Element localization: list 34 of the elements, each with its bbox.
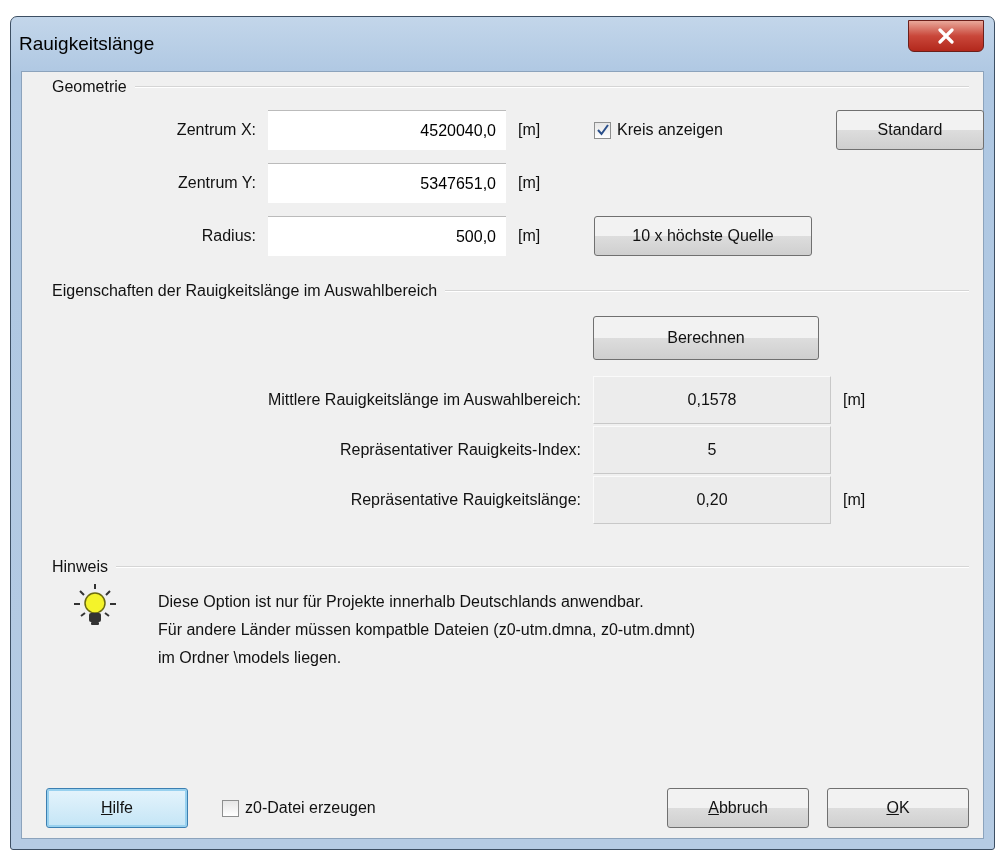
default-button[interactable]: Standard [836,110,984,150]
close-icon [937,28,955,44]
field-label: Zentrum Y: [177,174,256,192]
section-title: Eigenschaften der Rauigkeitslänge im Auswahlbereich [52,282,438,300]
circle-checkbox[interactable]: Kreis anzeigen [594,121,824,139]
unit-label: [m] [518,174,542,192]
unit-label: [m] [843,391,867,409]
group-title: Geometrie [52,78,127,96]
field-label: Radius: [200,227,256,245]
input-field[interactable]: 4520040,0 [268,110,506,150]
result-value: 0,20 [593,476,831,524]
result-value: 5 [593,426,831,474]
source-button[interactable]: 10 x höchste Quelle [594,216,812,256]
result-label: Mittlere Rauigkeitslänge im Auswahlbereich: [266,391,581,409]
field-label: Zentrum X: [175,121,256,139]
close-button[interactable] [908,20,984,52]
unit-label: [m] [843,491,867,509]
create-file-checkbox[interactable]: z0-Datei erzeugen [222,799,376,817]
ok-button[interactable]: OK [827,788,969,828]
result-label: Repräsentative Rauigkeitslänge: [349,491,581,509]
lightbulb-icon [72,582,118,628]
result-value: 0,1578 [593,376,831,424]
check-icon [595,123,610,137]
input-field[interactable]: 5347651,0 [268,163,506,203]
input-field[interactable]: 500,0 [268,216,506,256]
cancel-button[interactable]: Abbruch [667,788,809,828]
result-label: Repräsentativer Rauigkeits-Index: [339,441,581,459]
compute-button[interactable]: Berechnen [593,316,819,360]
unit-label: [m] [518,227,542,245]
help-button[interactable]: Hilfe [46,788,188,828]
unit-label: [m] [518,121,542,139]
window-title: Rauigkeitslänge [19,33,155,55]
group-title: Hinweis [52,558,108,576]
note-text: Diese Option ist nur für Projekte innerhalb Deutschlands anwendbar. Für andere Länder müssen kompatble Dateien (z0-utm.dmna, z0-utm.dmnt) im Ordner \models liegen. [158,592,696,668]
